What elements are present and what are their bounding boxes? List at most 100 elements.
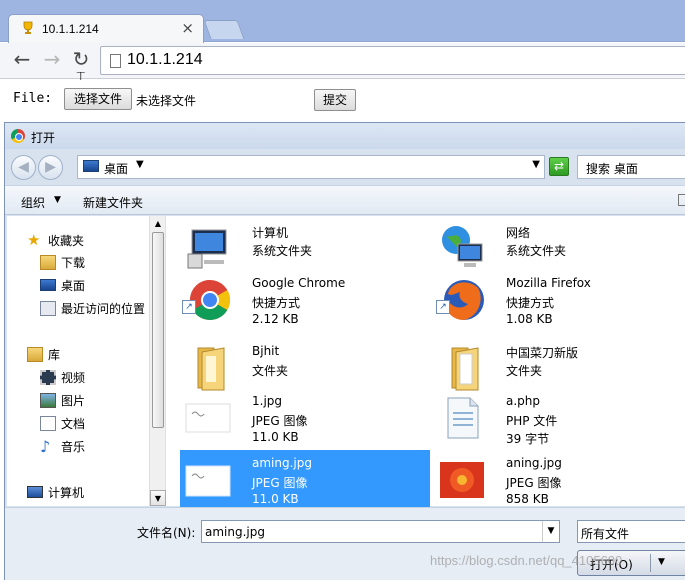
file-type: 系统文件夹 [252, 244, 313, 258]
organize-chevron-icon[interactable]: ▼ [54, 195, 61, 205]
video-icon [40, 369, 56, 385]
library-icon [27, 346, 43, 362]
nav-label: 文档 [61, 416, 86, 431]
scrollbar-thumb[interactable] [152, 232, 164, 428]
file-item[interactable]: a.php PHP 文件 39 字节 [434, 388, 684, 450]
document-icon [40, 415, 56, 431]
watermark: https://blog.csdn.net/qq_4105600 [430, 553, 623, 568]
file-item[interactable]: ↗ Mozilla Firefox 快捷方式 1.08 KB [434, 270, 684, 332]
file-type: PHP 文件 [506, 414, 558, 428]
history-dropdown-icon[interactable]: ▼ [532, 159, 540, 170]
file-size: 1.08 KB [506, 312, 553, 326]
php-file-icon [447, 397, 479, 439]
nav-label: 音乐 [61, 439, 86, 454]
dialog-bottom-bar: 文件名(N): aming.jpg ▼ 所有文件 打开(O) ▼ [5, 507, 685, 580]
flower-thumbnail-icon [440, 462, 484, 498]
shortcut-arrow-icon: ↗ [182, 300, 196, 314]
dialog-forward-icon[interactable]: ▶ [38, 155, 63, 180]
nav-music[interactable]: ♪ 音乐 [40, 436, 85, 456]
file-label: File: [13, 91, 53, 106]
network-icon [442, 226, 483, 267]
scroll-up-icon[interactable]: ▲ [150, 216, 166, 232]
tab-close-icon[interactable]: × [181, 19, 194, 37]
nav-label: 最近访问的位置 [61, 301, 146, 316]
filename-dropdown-icon[interactable]: ▼ [542, 521, 559, 542]
page-content: File: 选择文件 未选择文件 提交 [0, 80, 685, 120]
file-type: 快捷方式 [506, 296, 555, 310]
file-item[interactable]: 1.jpg JPEG 图像 11.0 KB [180, 388, 430, 450]
submit-button[interactable]: 提交 [314, 89, 356, 111]
nav-favorites[interactable]: ★ 收藏夹 [27, 230, 84, 250]
nav-label: 图片 [61, 393, 86, 408]
nav-videos[interactable]: 视频 [40, 367, 85, 387]
file-name: aning.jpg [506, 456, 562, 470]
file-name: Mozilla Firefox [506, 276, 591, 290]
file-size: 2.12 KB [252, 312, 299, 326]
dialog-titlebar: 打开 [5, 123, 685, 149]
file-name: 中国菜刀新版 [506, 346, 579, 360]
new-tab-button[interactable] [203, 20, 245, 39]
nav-downloads[interactable]: 下载 [40, 252, 85, 272]
page-icon [110, 54, 121, 68]
file-type: JPEG 图像 [252, 414, 308, 428]
breadcrumb-chevron-icon[interactable]: ▼ [136, 159, 144, 170]
command-bar: 组织 ▼ 新建文件夹 [5, 185, 685, 215]
shortcut-arrow-icon: ↗ [436, 300, 450, 314]
file-size: 858 KB [506, 492, 549, 506]
music-note-icon: ♪ [40, 436, 51, 456]
dialog-search-input[interactable]: 搜索 桌面 [577, 155, 685, 179]
nav-recent[interactable]: 最近访问的位置 [40, 298, 145, 318]
file-item-selected[interactable]: aming.jpg JPEG 图像 11.0 KB [180, 450, 430, 508]
file-size: 11.0 KB [252, 492, 299, 506]
address-bar[interactable]: 10.1.1.214 [100, 46, 685, 75]
dialog-address-row: ◀ ▶ 桌面 ▼ ▼ ⇄ 搜索 桌面 [5, 150, 685, 184]
folder-icon [197, 347, 225, 391]
file-name: Bjhit [252, 344, 280, 358]
no-file-chosen-text: 未选择文件 [136, 94, 197, 108]
downloads-folder-icon [40, 254, 56, 270]
filename-label: 文件名(N): [137, 526, 196, 540]
view-options-icon[interactable] [678, 194, 685, 206]
star-icon: ★ [27, 230, 41, 249]
nav-desktop[interactable]: 桌面 [40, 275, 85, 295]
tab-active[interactable]: 10.1.1.214 × [8, 14, 204, 43]
refresh-icon[interactable]: ⇄ [549, 157, 569, 176]
new-folder-button[interactable]: 新建文件夹 [83, 194, 143, 211]
nav-label: 视频 [61, 370, 86, 385]
nav-libraries[interactable]: 库 [27, 344, 60, 364]
file-item[interactable]: ↗ Google Chrome 快捷方式 2.12 KB [180, 270, 430, 332]
nav-computer[interactable]: 计算机 [27, 482, 84, 502]
desktop-icon [40, 279, 56, 291]
picture-icon [40, 392, 56, 408]
browser-toolbar: ← → ↻ 10.1.1.214 [0, 43, 685, 79]
back-arrow-icon[interactable]: ← [10, 48, 34, 72]
filetype-select[interactable]: 所有文件 [577, 520, 685, 543]
forward-arrow-icon[interactable]: → [40, 48, 64, 72]
file-list: 计算机 系统文件夹 网络 系统文件夹 ↗ Google Chrome 快捷方式 … [166, 216, 685, 508]
file-item[interactable]: aning.jpg JPEG 图像 858 KB [434, 450, 684, 512]
file-type: 系统文件夹 [506, 244, 567, 258]
location-breadcrumb[interactable]: 桌面 ▼ ▼ [77, 155, 545, 179]
open-dropdown-icon[interactable]: ▼ [658, 557, 665, 567]
file-name: 1.jpg [252, 394, 283, 408]
dialog-back-icon[interactable]: ◀ [11, 155, 36, 180]
chrome-icon [11, 129, 25, 143]
open-file-dialog: 打开 ◀ ▶ 桌面 ▼ ▼ ⇄ 搜索 桌面 组织 ▼ 新建文件夹 ★ 收藏夹 下… [4, 122, 685, 580]
tab-title: 10.1.1.214 [42, 22, 99, 36]
nav-label: 计算机 [48, 485, 85, 500]
scroll-down-icon[interactable]: ▼ [150, 490, 166, 506]
file-type: JPEG 图像 [506, 476, 562, 490]
nav-pane-scrollbar[interactable]: ▲ ▼ [149, 216, 166, 506]
choose-file-button[interactable]: 选择文件 [64, 88, 132, 110]
breadcrumb-location: 桌面 [104, 162, 129, 176]
organize-button[interactable]: 组织 [21, 194, 45, 211]
trophy-icon [23, 21, 33, 34]
computer-icon [187, 229, 227, 269]
image-thumbnail-icon [185, 465, 231, 497]
nav-pictures[interactable]: 图片 [40, 390, 85, 410]
filename-value: aming.jpg [205, 525, 265, 539]
file-name: aming.jpg [252, 456, 312, 470]
file-name: Google Chrome [252, 276, 346, 290]
nav-documents[interactable]: 文档 [40, 413, 85, 433]
filename-input[interactable]: aming.jpg ▼ [201, 520, 560, 543]
